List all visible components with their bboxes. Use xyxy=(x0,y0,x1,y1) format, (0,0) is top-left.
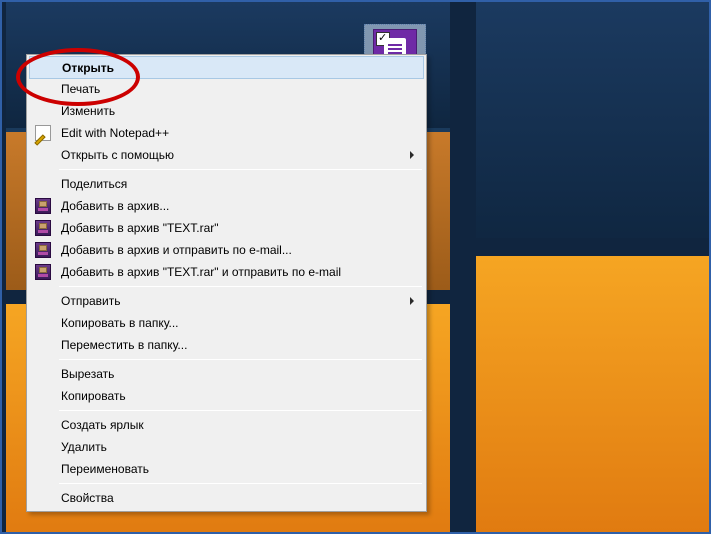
menu-item-label: Копировать xyxy=(61,389,126,403)
menu-item[interactable]: Создать ярлык xyxy=(29,414,424,436)
menu-item-label: Добавить в архив "TEXT.rar" и отправить … xyxy=(61,265,341,279)
menu-item-label: Добавить в архив... xyxy=(61,199,169,213)
menu-separator xyxy=(59,286,422,287)
menu-item[interactable]: Поделиться xyxy=(29,173,424,195)
winrar-icon xyxy=(35,264,51,280)
context-menu: Открыть Печать Изменить Edit with Notepad++… xyxy=(26,54,427,512)
winrar-icon xyxy=(35,242,51,258)
menu-separator xyxy=(59,359,422,360)
menu-item[interactable]: Открыть с помощью xyxy=(29,144,424,166)
menu-item-label: Свойства xyxy=(61,491,114,505)
menu-item[interactable]: Edit with Notepad++ xyxy=(29,122,424,144)
menu-item[interactable]: Переименовать xyxy=(29,458,424,480)
menu-item[interactable]: Добавить в архив "TEXT.rar" и отправить … xyxy=(29,261,424,283)
menu-item[interactable]: Изменить xyxy=(29,100,424,122)
menu-item[interactable]: Отправить xyxy=(29,290,424,312)
menu-item-label: Edit with Notepad++ xyxy=(61,126,169,140)
menu-separator xyxy=(59,169,422,170)
menu-item[interactable]: Удалить xyxy=(29,436,424,458)
menu-item[interactable]: Добавить в архив... xyxy=(29,195,424,217)
menu-item-label: Добавить в архив и отправить по e-mail..… xyxy=(61,243,292,257)
menu-item-label: Поделиться xyxy=(61,177,127,191)
menu-item-label: Вырезать xyxy=(61,367,114,381)
winrar-icon xyxy=(35,198,51,214)
menu-item[interactable]: Вырезать xyxy=(29,363,424,385)
editnp-icon xyxy=(35,125,51,141)
chevron-right-icon xyxy=(410,297,414,305)
menu-item-label: Удалить xyxy=(61,440,107,454)
menu-item-label: Переместить в папку... xyxy=(61,338,187,352)
menu-item[interactable]: Печать xyxy=(29,78,424,100)
menu-item-label: Отправить xyxy=(61,294,121,308)
menu-separator xyxy=(59,410,422,411)
menu-item-label: Открыть с помощью xyxy=(61,148,174,162)
menu-separator xyxy=(59,483,422,484)
menu-item[interactable]: Открыть xyxy=(29,56,424,79)
menu-item[interactable]: Копировать xyxy=(29,385,424,407)
menu-item-label: Изменить xyxy=(61,104,115,118)
menu-item[interactable]: Добавить в архив и отправить по e-mail..… xyxy=(29,239,424,261)
menu-item-label: Печать xyxy=(61,82,100,96)
menu-item-label: Переименовать xyxy=(61,462,149,476)
menu-item-label: Открыть xyxy=(62,61,114,75)
menu-item[interactable]: Добавить в архив "TEXT.rar" xyxy=(29,217,424,239)
chevron-right-icon xyxy=(410,151,414,159)
menu-item-label: Создать ярлык xyxy=(61,418,144,432)
menu-item[interactable]: Переместить в папку... xyxy=(29,334,424,356)
winrar-icon xyxy=(35,220,51,236)
menu-item-label: Добавить в архив "TEXT.rar" xyxy=(61,221,219,235)
menu-item[interactable]: Копировать в папку... xyxy=(29,312,424,334)
menu-item[interactable]: Свойства xyxy=(29,487,424,509)
menu-item-label: Копировать в папку... xyxy=(61,316,179,330)
